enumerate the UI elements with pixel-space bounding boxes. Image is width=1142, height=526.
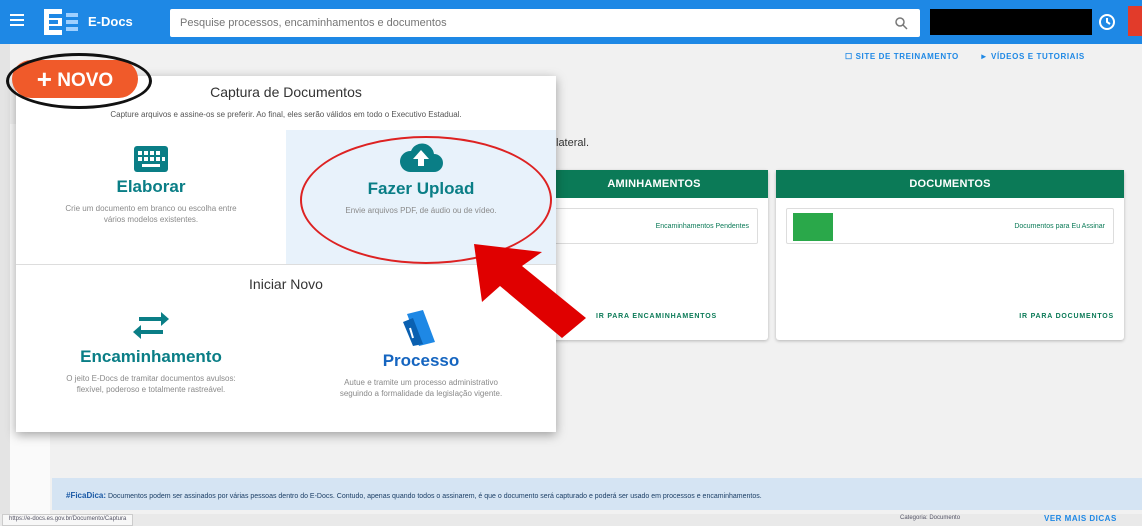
redacted-user-area [930,9,1092,35]
left-stripe [0,44,10,526]
search-input[interactable] [170,9,870,37]
option-encaminhamento[interactable]: Encaminhamento O jeito E-Docs de tramita… [16,298,286,428]
search-box[interactable] [170,9,920,37]
option-desc-2: flexível, poderoso e totalmente rastreáv… [76,385,226,394]
see-more-tips-link[interactable]: VER MAIS DICAS [1044,514,1117,523]
encaminhamentos-card: AMINHAMENTOS Encaminhamentos Pendentes I… [540,170,768,340]
card-header: AMINHAMENTOS [540,170,768,198]
pending-forwards-row[interactable]: Encaminhamentos Pendentes [550,208,758,244]
status-url: https://e-docs.es.gov.br/Documento/Captu… [2,514,134,526]
option-elaborar[interactable]: Elaborar Crie um documento em branco ou … [16,130,286,264]
go-to-forwards-link[interactable]: IR PARA ENCAMINHAMENTOS [596,313,717,320]
top-bar: E-Docs [0,0,1142,44]
training-site-link[interactable]: ☐ SITE DE TREINAMENTO [845,52,959,61]
annotation-circle-upload [300,136,552,264]
tip-text: Documentos podem ser assinados por vária… [107,493,762,500]
tip-tag: #FicaDica: [66,491,107,500]
annotation-circle-novo [6,53,152,109]
section-divider [16,264,556,265]
docs-to-sign-row[interactable]: Documentos para Eu Assinar [786,208,1114,244]
search-icon[interactable] [894,16,908,30]
section-title-iniciar-novo: Iniciar Novo [249,276,323,292]
option-title: Encaminhamento [80,347,222,366]
tip-category: Categoria: Documento [900,515,961,521]
hamburger-menu-icon[interactable] [10,14,24,26]
folder-icon [403,310,435,346]
option-processo[interactable]: Processo Autue e tramite um processo adm… [286,298,556,428]
option-desc-2: seguindo a formalidade da legislação vig… [339,389,503,398]
swap-arrows-icon [133,312,169,339]
option-desc-1: Autue e tramite um processo administrati… [344,378,498,387]
documentos-card: DOCUMENTOS Documentos para Eu Assinar IR… [776,170,1124,340]
edocs-logo[interactable] [44,9,80,35]
option-title: Processo [382,351,460,370]
keyboard-icon [134,146,168,172]
partial-instruction-text: lateral. [556,137,590,149]
option-desc-2: vários modelos existentes. [103,215,199,224]
option-desc-1: O jeito E-Docs de tramitar documentos av… [66,374,236,383]
go-to-documents-link[interactable]: IR PARA DOCUMENTOS [1019,313,1114,320]
popup-subtitle: Capture arquivos e assine-os se preferir… [110,110,462,119]
videos-link[interactable]: ► VÍDEOS E TUTORIAIS [980,52,1085,61]
top-links: ☐ SITE DE TREINAMENTO ► VÍDEOS E TUTORIA… [845,52,1103,61]
card-header: DOCUMENTOS [776,170,1124,198]
edge-flag [1128,6,1142,36]
brand-name[interactable]: E-Docs [88,14,133,29]
option-desc-1: Crie um documento em branco ou escolha e… [65,204,237,213]
status-bar [0,514,1142,526]
option-title: Elaborar [116,177,186,196]
count-badge [793,213,833,241]
tip-banner: #FicaDica: Documentos podem ser assinado… [52,478,1142,510]
history-icon[interactable] [1098,13,1116,31]
